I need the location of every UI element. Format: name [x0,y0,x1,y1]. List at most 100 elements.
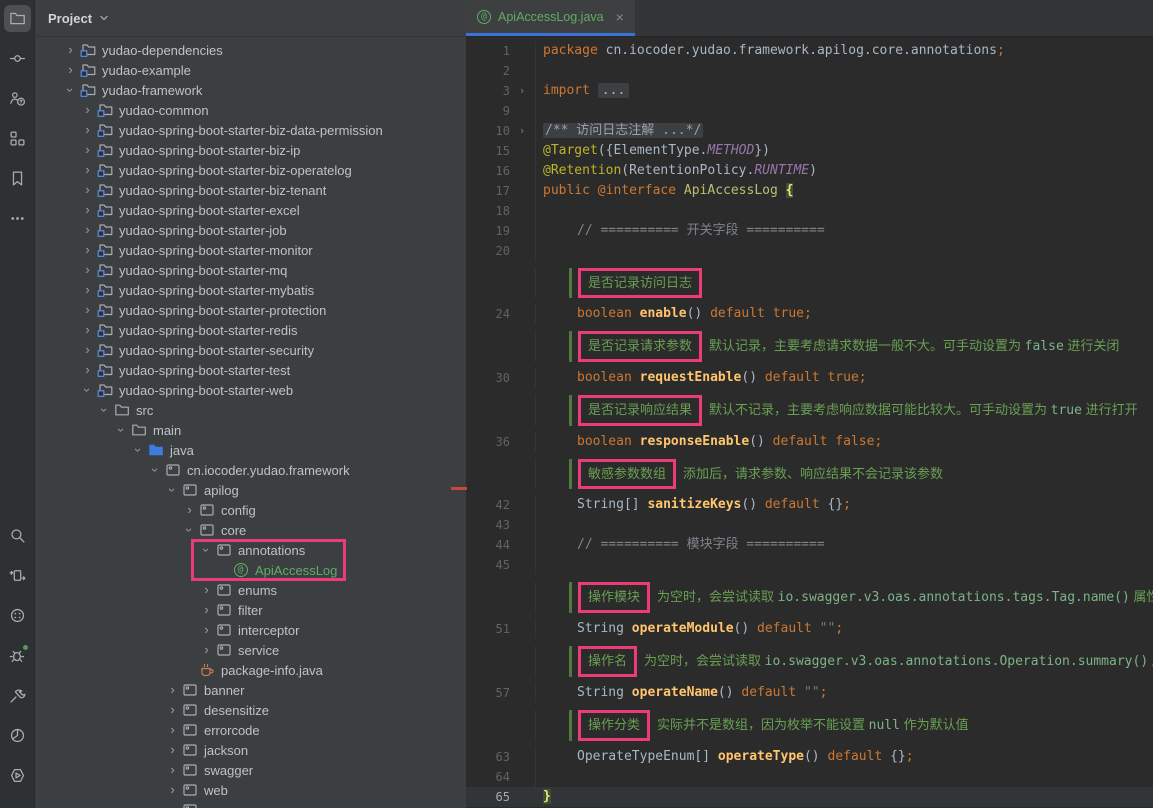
tree-item-yudao-spring-boot-starter-biz-ip[interactable]: ›yudao-spring-boot-starter-biz-ip [35,140,466,160]
tree-toggle-icon[interactable]: › [79,120,96,140]
tree-item-config[interactable]: ›config [35,500,466,520]
tree-toggle-icon[interactable]: › [164,480,181,500]
tab-apiaccesslog-java[interactable]: @ ApiAccessLog.java × [466,0,635,36]
tree-toggle-icon[interactable]: › [164,740,181,760]
tree-item-banner[interactable]: ›banner [35,680,466,700]
code-line-9[interactable]: 9 [466,101,1153,121]
tree-item-interceptor[interactable]: ›interceptor [35,620,466,640]
code-line-30[interactable]: 30boolean requestEnable() default true; [466,368,1153,388]
tree-toggle-icon[interactable]: › [62,80,79,100]
code-line-51[interactable]: 51String operateModule() default ""; [466,619,1153,639]
tree-toggle-icon[interactable]: › [198,640,215,660]
tree-item-core[interactable]: ›core [35,520,466,540]
tree-toggle-icon[interactable]: › [198,600,215,620]
tree-toggle-icon[interactable]: › [79,220,96,240]
tree-item-filter[interactable]: ›filter [35,600,466,620]
tree-item-yudao-spring-boot-starter-redis[interactable]: ›yudao-spring-boot-starter-redis [35,320,466,340]
code-line-19[interactable]: 19// ========== 开关字段 ========== [466,221,1153,241]
tree-item-yudao-spring-boot-starter-biz-tenant[interactable]: ›yudao-spring-boot-starter-biz-tenant [35,180,466,200]
code-line-63[interactable]: 63OperateTypeEnum[] operateType() defaul… [466,747,1153,767]
code-line-65[interactable]: 65} [466,787,1153,807]
code-line-43[interactable]: 43 [466,515,1153,535]
tree-toggle-icon[interactable]: › [147,460,164,480]
tree-item-src[interactable]: ›src [35,400,466,420]
code-line-16[interactable]: 16@Retention(RetentionPolicy.RUNTIME) [466,161,1153,181]
tree-toggle-icon[interactable]: › [96,400,113,420]
build-icon[interactable] [4,682,31,709]
tree-toggle-icon[interactable]: › [198,580,215,600]
code-line-24[interactable]: 24boolean enable() default true; [466,304,1153,324]
tree-item-service[interactable]: ›service [35,640,466,660]
tree-toggle-icon[interactable]: › [164,760,181,780]
tree-toggle-icon[interactable]: › [164,680,181,700]
bookmarks-icon[interactable] [4,165,31,192]
code-line-44[interactable]: 44// ========== 模块字段 ========== [466,535,1153,555]
tree-item-yudao-spring-boot-starter-biz-data-permission[interactable]: ›yudao-spring-boot-starter-biz-data-perm… [35,120,466,140]
tree-item-enums[interactable]: ›enums [35,580,466,600]
tree-toggle-icon[interactable]: › [164,780,181,800]
fold-chevron-icon[interactable]: › [510,121,534,141]
tree-toggle-icon[interactable]: › [113,420,130,440]
tree-item-desensitize[interactable]: ›desensitize [35,700,466,720]
code-line-36[interactable]: 36boolean responseEnable() default false… [466,432,1153,452]
tree-toggle-icon[interactable]: › [79,240,96,260]
project-folder-icon[interactable] [4,5,31,32]
tree-item-apilog[interactable]: ›apilog [35,480,466,500]
tree-item-yudao-spring-boot-starter-test[interactable]: ›yudao-spring-boot-starter-test [35,360,466,380]
tree-toggle-icon[interactable]: › [79,340,96,360]
code-line-64[interactable]: 64 [466,767,1153,787]
project-panel-header[interactable]: Project [35,0,466,37]
structure-icon[interactable] [4,125,31,152]
tree-item-yudao-spring-boot-starter-web[interactable]: ›yudao-spring-boot-starter-web [35,380,466,400]
tree-toggle-icon[interactable]: › [181,500,198,520]
tree-toggle-icon[interactable]: › [79,260,96,280]
search-icon[interactable] [4,522,31,549]
tree-toggle-icon[interactable]: › [198,620,215,640]
commit-icon[interactable] [4,45,31,72]
tree-item-java[interactable]: ›java [35,440,466,460]
tree-item-jackson[interactable]: ›jackson [35,740,466,760]
close-tab-icon[interactable]: × [616,9,624,25]
profiler-icon[interactable] [4,722,31,749]
code-line-57[interactable]: 57String operateName() default ""; [466,683,1153,703]
tree-toggle-icon[interactable]: › [79,380,96,400]
tree-item-yudao-spring-boot-starter-mq[interactable]: ›yudao-spring-boot-starter-mq [35,260,466,280]
tree-toggle-icon[interactable]: › [198,540,215,560]
tree-toggle-icon[interactable]: › [79,300,96,320]
run-icon[interactable] [4,762,31,789]
code-with-me-icon[interactable] [4,85,31,112]
tree-toggle-icon[interactable]: › [79,320,96,340]
tree-item-package-info-java[interactable]: package-info.java [35,660,466,680]
tree-item-yudao-spring-boot-starter-security[interactable]: ›yudao-spring-boot-starter-security [35,340,466,360]
tree-toggle-icon[interactable]: › [164,800,181,808]
code-line-2[interactable]: 2 [466,61,1153,81]
tree-item-errorcode[interactable]: ›errorcode [35,720,466,740]
tree-item-xss[interactable]: ›xss [35,800,466,808]
tree-item-yudao-dependencies[interactable]: ›yudao-dependencies [35,40,466,60]
run-anything-icon[interactable] [4,562,31,589]
tree-toggle-icon[interactable]: › [79,180,96,200]
tree-toggle-icon[interactable]: › [164,700,181,720]
tree-item-yudao-spring-boot-starter-excel[interactable]: ›yudao-spring-boot-starter-excel [35,200,466,220]
tree-item-cn-iocoder-yudao-framework[interactable]: ›cn.iocoder.yudao.framework [35,460,466,480]
tree-toggle-icon[interactable]: › [130,440,147,460]
tree-toggle-icon[interactable]: › [164,720,181,740]
tree-item-swagger[interactable]: ›swagger [35,760,466,780]
more-tool-windows-icon[interactable] [4,205,31,232]
tree-toggle-icon[interactable]: › [79,160,96,180]
code-editor[interactable]: 1package cn.iocoder.yudao.framework.apil… [466,37,1153,808]
code-line-3[interactable]: 3›import ... [466,81,1153,101]
tree-item-web[interactable]: ›web [35,780,466,800]
tree-item-yudao-example[interactable]: ›yudao-example [35,60,466,80]
tree-item-yudao-spring-boot-starter-job[interactable]: ›yudao-spring-boot-starter-job [35,220,466,240]
tree-toggle-icon[interactable]: › [79,100,96,120]
services-icon[interactable] [4,602,31,629]
tree-toggle-icon[interactable]: › [62,40,79,60]
tree-item-yudao-spring-boot-starter-biz-operatelog[interactable]: ›yudao-spring-boot-starter-biz-operatelo… [35,160,466,180]
code-line-10[interactable]: 10›/** 访问日志注解 ...*/ [466,121,1153,141]
code-line-45[interactable]: 45 [466,555,1153,575]
tree-toggle-icon[interactable]: › [181,520,198,540]
tree-item-yudao-spring-boot-starter-mybatis[interactable]: ›yudao-spring-boot-starter-mybatis [35,280,466,300]
code-line-1[interactable]: 1package cn.iocoder.yudao.framework.apil… [466,41,1153,61]
tree-item-yudao-spring-boot-starter-protection[interactable]: ›yudao-spring-boot-starter-protection [35,300,466,320]
